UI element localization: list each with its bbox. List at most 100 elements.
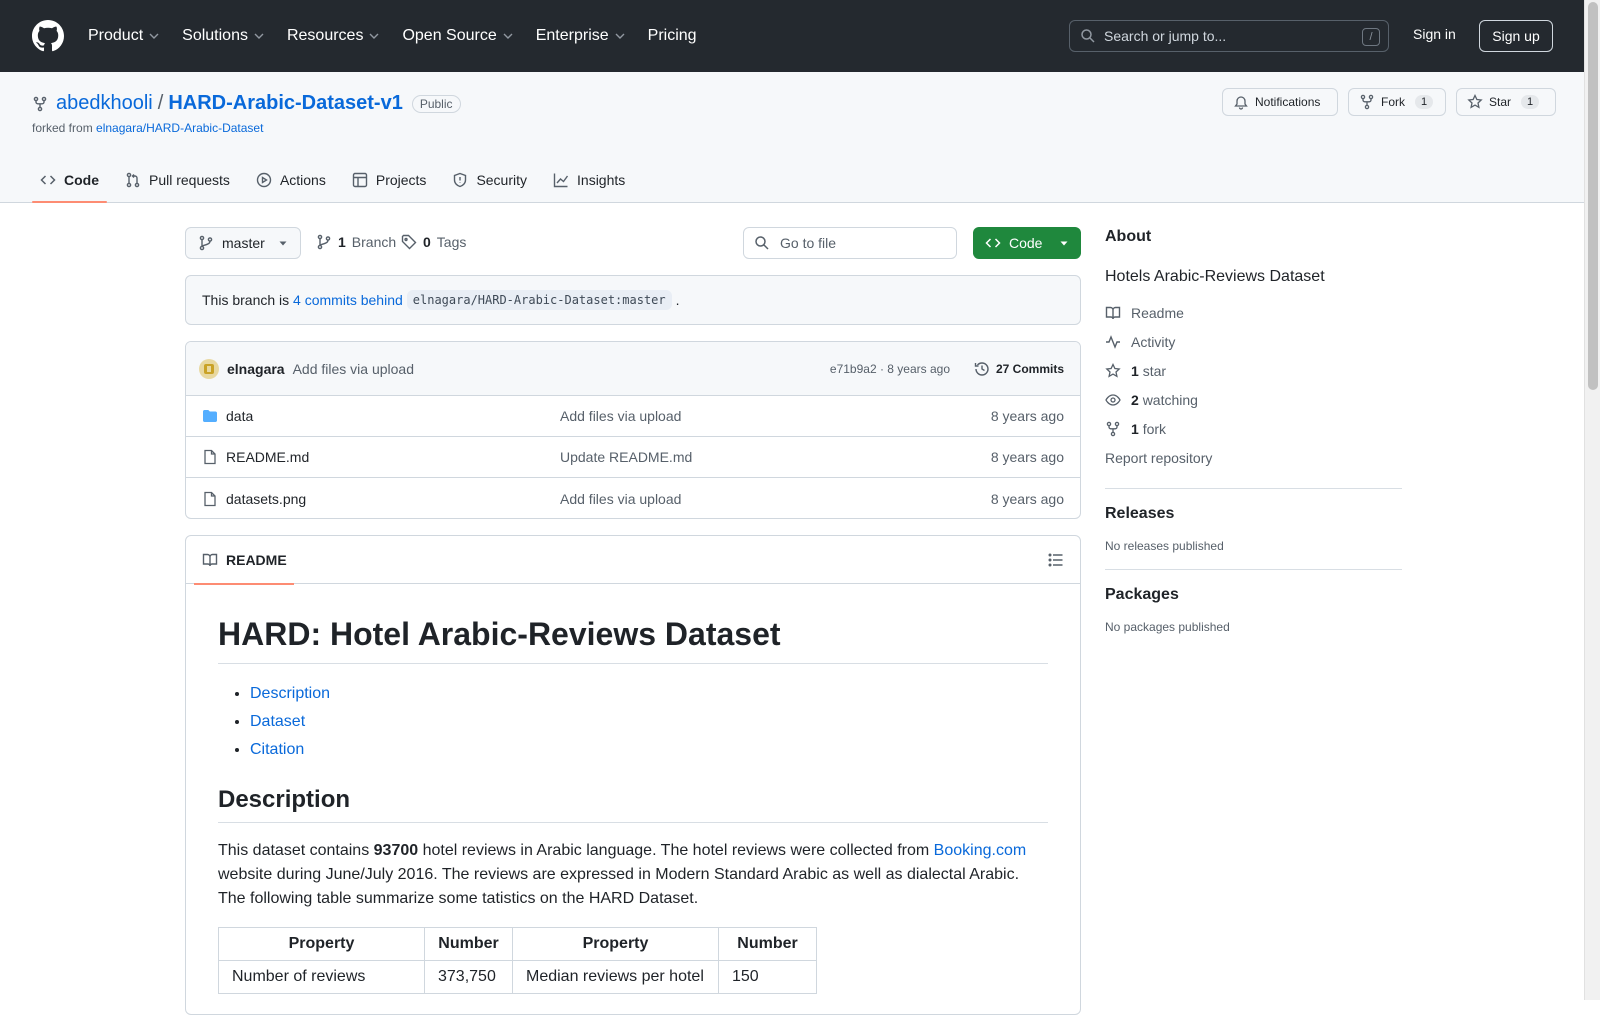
star-icon: [1105, 362, 1121, 378]
file-commit-message[interactable]: Update README.md: [560, 449, 692, 465]
table-row[interactable]: data Add files via upload 8 years ago: [186, 396, 1080, 437]
table-row[interactable]: datasets.png Add files via upload 8 year…: [186, 478, 1080, 518]
commit-hash-age[interactable]: e71b9a2 · 8 years ago: [830, 362, 950, 376]
tags-link[interactable]: 0 Tags: [401, 234, 466, 250]
commit-message[interactable]: Add files via upload: [293, 361, 414, 377]
report-repository-link[interactable]: Report repository: [1105, 443, 1402, 472]
packages-heading[interactable]: Packages: [1105, 586, 1402, 604]
notifications-button[interactable]: Notifications: [1222, 88, 1338, 116]
commit-author[interactable]: elnagara: [227, 361, 285, 377]
go-to-file-input[interactable]: Go to file: [743, 227, 957, 259]
branch-behind-banner: This branch is 4 commits behind elnagara…: [185, 275, 1081, 325]
nav-product[interactable]: Product: [88, 27, 160, 45]
sign-up-button[interactable]: Sign up: [1479, 20, 1553, 52]
table-row: Number of reviews 373,750 Median reviews…: [218, 960, 817, 994]
booking-link[interactable]: Booking.com: [934, 842, 1027, 859]
avatar[interactable]: [199, 358, 219, 379]
file-list: elnagara Add files via upload e71b9a2 · …: [185, 341, 1081, 519]
table-header: Property: [218, 927, 425, 961]
branches-link[interactable]: 1 Branch: [316, 234, 396, 250]
table-header: Number: [718, 927, 817, 961]
file-name[interactable]: datasets.png: [226, 491, 306, 507]
list-item: Dataset: [250, 708, 1048, 736]
stats-table: Property Number Property Number Number o…: [218, 927, 817, 994]
tab-insights[interactable]: Insights: [545, 157, 633, 203]
repo-header: abedkhooli / HARD-Arabic-Dataset-v1 Publ…: [0, 72, 1584, 203]
tab-security[interactable]: Security: [444, 157, 535, 203]
toc-link-citation[interactable]: Citation: [250, 741, 304, 758]
repo-name-link[interactable]: HARD-Arabic-Dataset-v1: [168, 92, 403, 115]
file-icon: [204, 491, 216, 506]
file-icon: [204, 449, 216, 465]
nav-open-source[interactable]: Open Source: [402, 27, 513, 45]
commits-behind-link[interactable]: 4 commits behind: [293, 292, 403, 308]
caret-down-icon: [1060, 241, 1068, 246]
file-age: 8 years ago: [990, 490, 1064, 507]
star-count: 1: [1521, 95, 1540, 109]
nav-solutions[interactable]: Solutions: [182, 27, 265, 45]
search-placeholder: Search or jump to...: [1104, 28, 1227, 44]
graph-icon: [553, 173, 569, 188]
stars-link[interactable]: 1 star: [1105, 356, 1402, 385]
nav-enterprise[interactable]: Enterprise: [536, 27, 626, 45]
tab-projects[interactable]: Projects: [344, 157, 435, 203]
toc-link-description[interactable]: Description: [250, 685, 330, 702]
git-branch-icon: [199, 235, 213, 251]
readme-link[interactable]: Readme: [1105, 298, 1402, 327]
page-scrollbar[interactable]: [1584, 0, 1600, 1000]
git-pull-request-icon: [126, 172, 140, 188]
tab-code[interactable]: Code: [32, 157, 107, 203]
about-heading: About: [1105, 228, 1152, 245]
commits-history-link[interactable]: 27 Commits: [974, 361, 1064, 377]
file-commit-message[interactable]: Add files via upload: [560, 491, 681, 507]
tab-actions[interactable]: Actions: [248, 157, 334, 203]
file-commit-message[interactable]: Add files via upload: [560, 408, 681, 424]
scrollbar-thumb[interactable]: [1588, 2, 1598, 390]
forks-link[interactable]: 1 fork: [1105, 414, 1402, 443]
about-links: Readme Activity 1 star 2 watching 1 fork…: [1105, 298, 1402, 472]
readme-content: HARD: Hotel Arabic-Reviews Dataset Descr…: [186, 616, 1080, 994]
tag-icon: [401, 234, 417, 250]
pulse-icon: [1106, 334, 1120, 349]
search-icon: [755, 236, 769, 250]
repo-forked-icon: [33, 96, 47, 111]
history-icon: [974, 361, 989, 376]
file-name[interactable]: data: [226, 408, 253, 424]
nav-pricing[interactable]: Pricing: [648, 27, 697, 45]
nav-resources[interactable]: Resources: [287, 27, 380, 45]
readme-panel: README HARD: Hotel Arabic-Reviews Datase…: [185, 535, 1081, 1015]
search-input[interactable]: Search or jump to... /: [1069, 20, 1389, 52]
forked-from-text: forked from elnagara/HARD-Arabic-Dataset: [32, 121, 264, 135]
repo-forked-icon: [1106, 421, 1120, 436]
releases-heading[interactable]: Releases: [1105, 505, 1402, 523]
list-unordered-icon[interactable]: [1048, 552, 1064, 568]
tab-readme[interactable]: README: [194, 536, 294, 585]
watchers-link[interactable]: 2 watching: [1105, 385, 1402, 414]
star-icon: [1467, 94, 1483, 109]
divider: [1105, 569, 1402, 570]
code-icon: [985, 238, 1001, 248]
toc-link-dataset[interactable]: Dataset: [250, 713, 305, 730]
repo-forked-icon: [1360, 94, 1374, 110]
chevron-down-icon: [615, 33, 625, 39]
table-header-row: Property Number Property Number: [218, 927, 817, 961]
repo-owner-link[interactable]: abedkhooli: [56, 92, 153, 115]
readme-title: HARD: Hotel Arabic-Reviews Dataset: [218, 616, 1048, 664]
repo-tabs: Code Pull requests Actions Projects Secu…: [32, 157, 643, 203]
activity-link[interactable]: Activity: [1105, 327, 1402, 356]
table-cell: 373,750: [424, 960, 513, 994]
file-name[interactable]: README.md: [226, 449, 309, 465]
code-dropdown-button[interactable]: Code: [973, 227, 1081, 259]
packages-empty-text: No packages published: [1105, 620, 1230, 634]
github-logo-icon[interactable]: [32, 20, 64, 52]
table-cell: Median reviews per hotel: [512, 960, 719, 994]
tab-pull-requests[interactable]: Pull requests: [117, 157, 238, 203]
branch-select-button[interactable]: master: [185, 227, 301, 259]
forked-from-link[interactable]: elnagara/HARD-Arabic-Dataset: [96, 121, 263, 135]
star-button[interactable]: Star 1: [1456, 88, 1556, 116]
fork-button[interactable]: Fork 1: [1348, 88, 1446, 116]
file-age: 8 years ago: [990, 449, 1064, 465]
table-row[interactable]: README.md Update README.md 8 years ago: [186, 437, 1080, 478]
about-sidebar: About Hotels Arabic-Reviews Dataset Read…: [1105, 228, 1402, 634]
sign-in-link[interactable]: Sign in: [1413, 26, 1456, 42]
